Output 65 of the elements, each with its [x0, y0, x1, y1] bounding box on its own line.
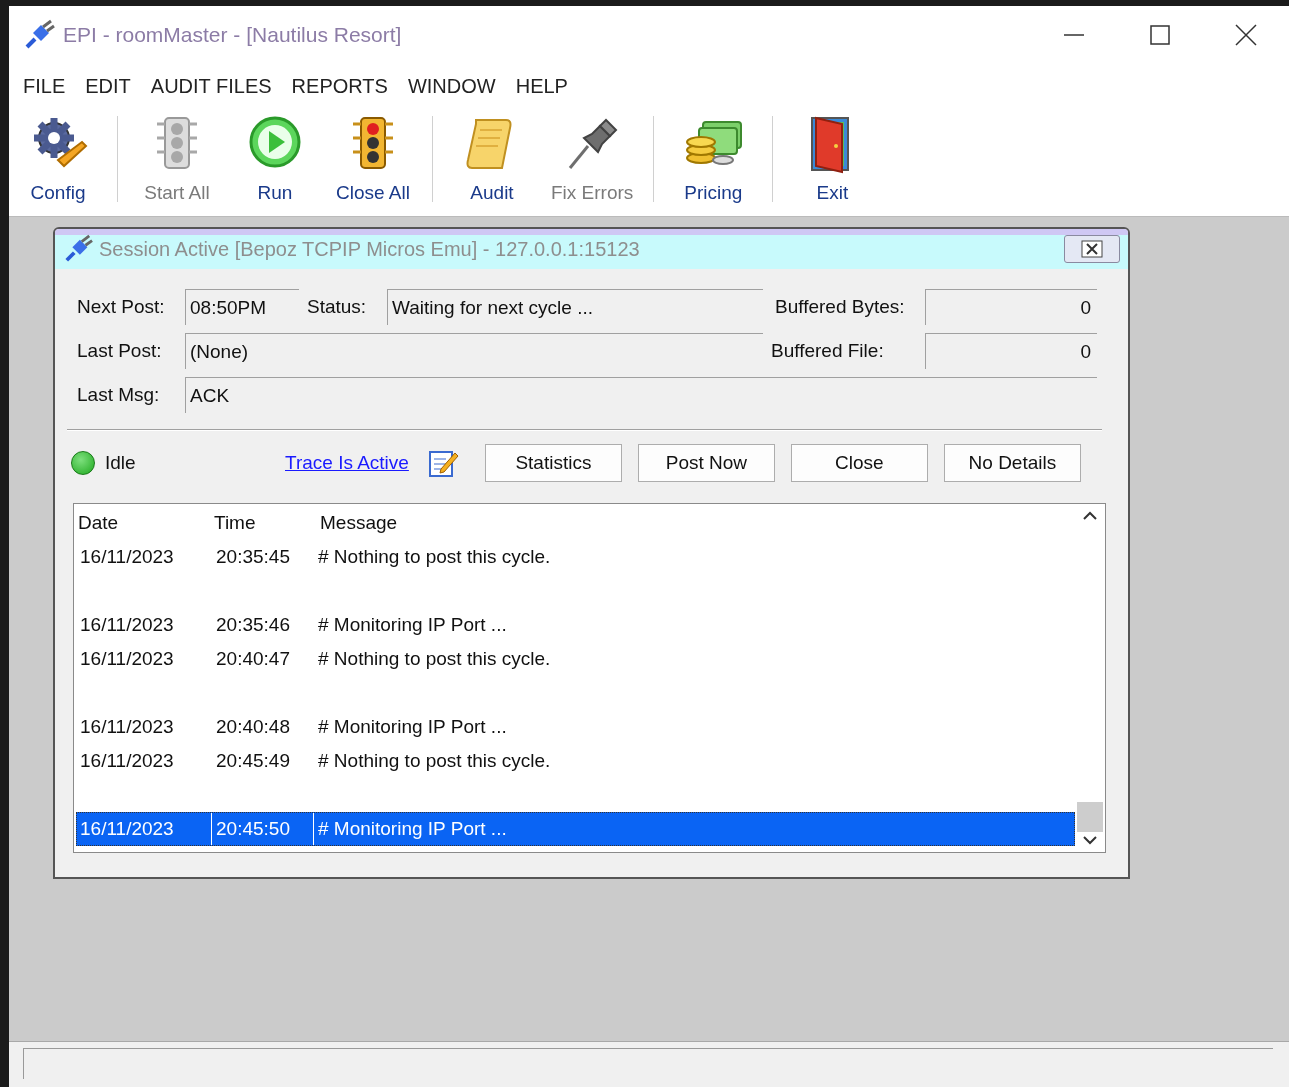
menu-item[interactable]: HELP — [505, 71, 578, 101]
action-button[interactable]: Post Now — [637, 444, 775, 482]
table-cell-text: 16/11/2023 — [79, 613, 175, 637]
minimize-icon — [1064, 34, 1084, 36]
menu-item[interactable]: WINDOW — [397, 71, 506, 101]
field-label: Next Post: — [77, 296, 166, 318]
scrollbar-thumb[interactable] — [1077, 802, 1103, 832]
table-cell-text: # Nothing to post this cycle. — [317, 749, 552, 773]
table-cell-text: 20:40:48 — [215, 715, 291, 739]
column-header[interactable]: Date — [76, 512, 214, 534]
table-cell: 16/11/2023 — [76, 813, 212, 845]
toolbar-button[interactable]: Audit — [443, 108, 541, 216]
session-title: Session Active [Bepoz TCPIP Micros Emu] - 127.0.0.1:15123 — [99, 237, 641, 261]
scroll-up-icon — [1082, 510, 1098, 520]
plug-icon — [23, 19, 55, 51]
close-icon — [1081, 240, 1103, 258]
action-button[interactable]: No Details — [943, 444, 1081, 482]
field-label: Buffered File: — [771, 340, 885, 362]
text-field[interactable]: ACK — [185, 377, 1097, 413]
table-cell-text: # Nothing to post this cycle. — [317, 647, 552, 671]
toolbar-button[interactable]: Run — [226, 108, 324, 216]
column-header[interactable]: Time — [214, 512, 316, 534]
table-cell-text: # Nothing to post this cycle. — [317, 545, 552, 569]
table-cell-text: # Monitoring IP Port ... — [317, 613, 508, 637]
table-cell-text: 20:40:47 — [215, 647, 291, 671]
menu-item[interactable]: FILE — [13, 71, 76, 101]
table-cell-text: 16/11/2023 — [79, 749, 175, 773]
close-icon — [1235, 24, 1257, 46]
state-label: Idle — [105, 452, 137, 474]
table-cell-text: 16/11/2023 — [79, 545, 175, 569]
table-cell-text: 16/11/2023 — [79, 647, 175, 671]
scroll-down-icon — [1082, 836, 1098, 846]
text-field[interactable]: Waiting for next cycle ... — [387, 289, 763, 325]
table-cell: 20:45:50 — [212, 813, 314, 845]
text-field[interactable]: 0 — [925, 289, 1097, 325]
toolbar-button[interactable]: Exit — [783, 108, 882, 216]
toolbar-button[interactable]: Pricing — [664, 108, 763, 216]
menu-item[interactable]: REPORTS — [281, 71, 398, 101]
table-cell-text: 16/11/2023 — [79, 715, 175, 739]
close-button[interactable] — [1064, 235, 1120, 263]
window-title: EPI - roomMaster - [Nautilus Resort] — [63, 23, 402, 47]
text-field[interactable]: 08:50PM — [185, 289, 299, 325]
plug-icon — [63, 234, 93, 264]
table-cell-text: # Monitoring IP Port ... — [317, 817, 508, 841]
toolbar-button[interactable]: Close All — [324, 108, 422, 216]
action-button[interactable]: Statistics — [484, 444, 622, 482]
field-label: Buffered Bytes: — [775, 296, 906, 318]
status-indicator — [71, 451, 95, 475]
log-row[interactable]: 16/11/2023 20:45:50 # Monitoring IP Port ... — [76, 812, 1075, 846]
table-cell-text: # Monitoring IP Port ... — [317, 715, 508, 739]
column-header[interactable]: Message — [316, 512, 1075, 534]
text-field[interactable]: (None) — [185, 333, 763, 369]
table-cell-text: 20:35:46 — [215, 613, 291, 637]
menu-item[interactable]: EDIT — [75, 71, 141, 101]
field-label: Last Post: — [77, 340, 163, 362]
table-cell-text: 20:45:49 — [215, 749, 291, 773]
field-label: Last Msg: — [77, 384, 161, 406]
field-label: Status: — [307, 296, 368, 318]
text-field[interactable]: 0 — [925, 333, 1097, 369]
menu-item[interactable]: AUDIT FILES — [140, 71, 282, 101]
toolbar-button[interactable]: Config — [9, 108, 107, 216]
table-cell-text: 20:35:45 — [215, 545, 291, 569]
trace-link[interactable]: Trace Is Active — [285, 452, 409, 474]
maximize-icon — [1150, 25, 1170, 45]
action-button[interactable]: Close — [790, 444, 928, 482]
